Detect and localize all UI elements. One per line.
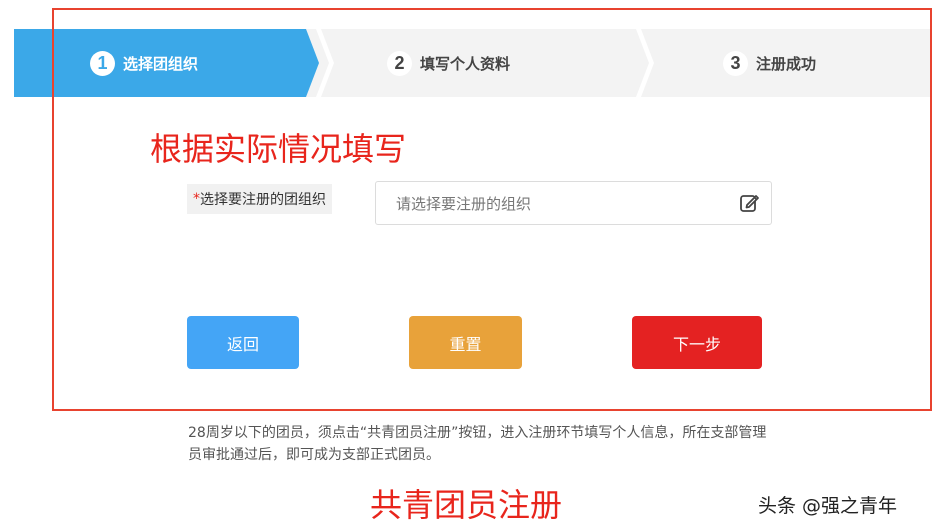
step-number: 3	[723, 50, 748, 76]
step-fill-profile: 2 填写个人资料	[387, 29, 510, 97]
org-select-placeholder: 请选择要注册的组织	[396, 195, 532, 213]
step-divider	[636, 29, 654, 97]
step-register-success: 3 注册成功	[723, 29, 816, 97]
step-number: 2	[387, 50, 412, 76]
back-button[interactable]: 返回	[187, 316, 299, 369]
next-step-button[interactable]: 下一步	[632, 316, 762, 369]
step-label: 填写个人资料	[420, 54, 511, 73]
required-mark: *	[193, 191, 200, 207]
edit-icon[interactable]	[739, 192, 761, 214]
step-label: 注册成功	[756, 54, 817, 73]
step-number: 1	[90, 50, 115, 76]
annotation-caption: 共青团员注册	[370, 486, 563, 524]
step-label: 选择团组织	[123, 54, 199, 73]
org-field-label: * 选择要注册的团组织	[187, 184, 332, 214]
step-select-org: 1 选择团组织	[90, 29, 198, 97]
registration-note: 28周岁以下的团员，须点击“共青团员注册”按钮，进入注册环节填写个人信息，所在支…	[188, 425, 767, 463]
org-field-label-text: 选择要注册的团组织	[200, 192, 326, 208]
annotation-fill-hint: 根据实际情况填写	[150, 130, 407, 168]
progress-steps: 1 选择团组织 2 填写个人资料 3 注册成功	[14, 29, 932, 97]
reset-button[interactable]: 重置	[409, 316, 522, 369]
watermark: 头条 @强之青年	[758, 495, 898, 517]
org-select-input[interactable]: 请选择要注册的组织	[375, 181, 772, 225]
